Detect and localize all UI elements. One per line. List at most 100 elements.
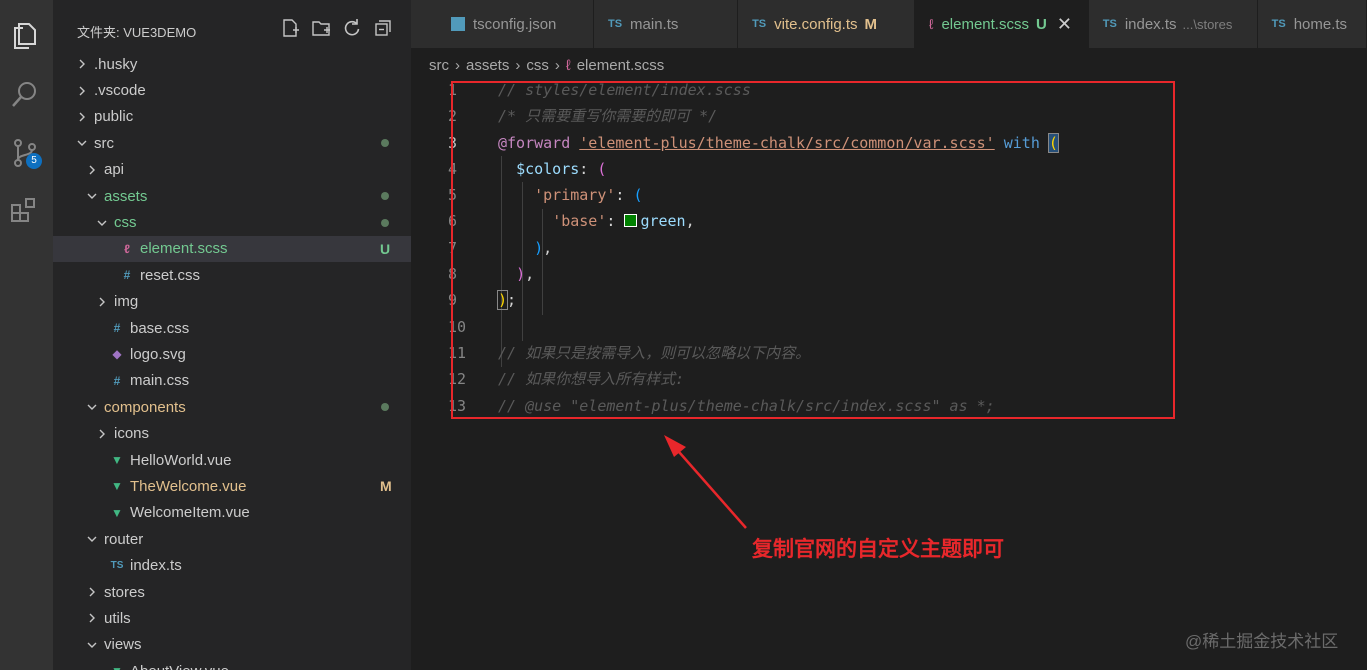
tab-label: tsconfig.json <box>473 15 557 33</box>
tree-item[interactable]: utils <box>53 605 411 631</box>
file-tree: .husky .vscode public src api assets css ℓ eleme… <box>53 51 411 670</box>
line-number: 11 <box>448 343 467 362</box>
tree-item-label: views <box>104 636 142 654</box>
breadcrumb-item[interactable]: assets <box>466 57 509 74</box>
code-token: : <box>615 186 634 205</box>
new-folder-icon[interactable] <box>311 18 331 38</box>
code-token: ) <box>534 238 544 257</box>
tree-item[interactable]: public <box>53 104 411 130</box>
close-icon[interactable]: ✕ <box>1057 14 1072 35</box>
code-text: @forward 'element-plus/theme-chalk/src/c… <box>498 130 1059 156</box>
tree-item[interactable]: components <box>53 394 411 420</box>
color-swatch[interactable] <box>624 214 638 228</box>
typescript-icon: TS <box>752 18 767 30</box>
code-line: 4 $colors: ( <box>411 156 1367 182</box>
tree-item[interactable]: # base.css <box>53 315 411 341</box>
tree-item-label: utils <box>104 609 131 627</box>
code-token: , <box>525 265 535 284</box>
code-token: ) <box>496 290 509 311</box>
tree-item-label: main.css <box>130 372 190 390</box>
tree-item-label: css <box>114 214 137 232</box>
line-number: 2 <box>448 107 458 126</box>
tree-item-label: logo.svg <box>130 345 186 363</box>
tab-label: home.ts <box>1293 15 1348 33</box>
modified-dot-icon <box>381 403 389 412</box>
tree-item-label: AboutView.vue <box>130 663 229 670</box>
code-editor[interactable]: 1 // styles/element/index.scss 2 /* 只需要重写你… <box>411 77 1367 419</box>
tree-item[interactable]: ℓ element.scss U <box>53 235 411 263</box>
tree-item[interactable]: ▼ HelloWorld.vue <box>53 447 411 473</box>
modified-dot-icon <box>381 192 389 201</box>
code-line: 8 ), <box>411 261 1367 287</box>
code-token: , <box>543 238 553 257</box>
tree-item-label: index.ts <box>130 557 182 575</box>
tree-item[interactable]: icons <box>53 420 411 446</box>
tree-item[interactable]: stores <box>53 579 411 605</box>
code-line: 10 <box>411 314 1367 340</box>
tab-description: ...\stores <box>1182 16 1233 32</box>
editor-tab[interactable]: TS home.ts <box>1257 0 1367 48</box>
tree-item[interactable]: css <box>53 209 411 235</box>
tree-item[interactable]: router <box>53 526 411 552</box>
code-text: ); <box>496 287 516 313</box>
sass-icon: ℓ <box>928 16 934 32</box>
vue-icon: ▼ <box>111 505 123 520</box>
line-number: 3 <box>448 133 458 152</box>
collapse-all-icon[interactable] <box>373 18 393 38</box>
tree-item[interactable]: src <box>53 130 411 156</box>
extensions-icon[interactable] <box>9 194 41 226</box>
chevron-right-icon <box>75 110 89 124</box>
tree-item[interactable]: # reset.css <box>53 262 411 288</box>
editor-tab[interactable]: tsconfig.json <box>411 0 594 48</box>
tree-item-label: router <box>104 530 144 548</box>
chevron-down-icon <box>85 189 99 203</box>
chevron-down-icon <box>85 638 99 652</box>
tree-item[interactable]: ▼ TheWelcome.vue M <box>53 473 411 499</box>
explorer-icon[interactable] <box>9 20 41 52</box>
tree-item[interactable]: views <box>53 632 411 658</box>
line-number: 9 <box>448 291 458 310</box>
tree-item[interactable]: # main.css <box>53 368 411 394</box>
tree-item[interactable]: TS index.ts <box>53 552 411 578</box>
editor-tab[interactable]: ℓ element.scss U ✕ <box>914 0 1089 48</box>
line-number: 8 <box>448 265 458 284</box>
tree-item[interactable]: .vscode <box>53 77 411 103</box>
chevron-right-icon: › <box>455 56 460 74</box>
chevron-down-icon <box>95 216 109 230</box>
tab-label: element.scss <box>941 15 1029 33</box>
tree-item[interactable]: ▼ AboutView.vue <box>53 658 411 670</box>
editor-tab[interactable]: TS index.ts ...\stores <box>1088 0 1258 48</box>
tree-item-label: WelcomeItem.vue <box>130 504 250 522</box>
code-text: 'base': green, <box>498 208 694 234</box>
new-file-icon[interactable] <box>280 18 300 38</box>
breadcrumb-item[interactable]: src <box>429 57 449 74</box>
sass-icon: ℓ <box>565 56 571 74</box>
scm-badge: 5 <box>26 153 42 169</box>
tree-item-label: reset.css <box>140 266 201 284</box>
tree-item-label: base.css <box>130 319 190 337</box>
tree-item-label: components <box>104 398 186 416</box>
breadcrumb-item[interactable]: css <box>526 57 549 74</box>
tree-item[interactable]: assets <box>53 183 411 209</box>
code-token: green <box>640 212 686 231</box>
search-icon[interactable] <box>9 78 41 110</box>
typescript-icon: TS <box>1271 18 1286 30</box>
tree-item[interactable]: ◆ logo.svg <box>53 341 411 367</box>
breadcrumb-item[interactable]: element.scss <box>577 57 665 74</box>
tree-item-label: img <box>114 293 139 311</box>
editor-tab[interactable]: TS vite.config.ts M <box>738 0 915 48</box>
editor-tab[interactable]: TS main.ts <box>593 0 739 48</box>
tree-item-label: icons <box>114 425 150 443</box>
tree-item[interactable]: api <box>53 157 411 183</box>
tab-label: main.ts <box>630 15 679 33</box>
tree-item[interactable]: img <box>53 289 411 315</box>
chevron-right-icon <box>85 585 99 599</box>
tree-item[interactable]: ▼ WelcomeItem.vue <box>53 500 411 526</box>
breadcrumb: src › assets › css › ℓ element.scss <box>429 54 664 76</box>
chevron-down-icon <box>85 400 99 414</box>
refresh-icon[interactable] <box>342 18 362 38</box>
code-line: 3 @forward 'element-plus/theme-chalk/src/… <box>411 130 1367 156</box>
tree-item[interactable]: .husky <box>53 51 411 77</box>
tab-label: index.ts <box>1124 15 1177 33</box>
explorer-sidebar: 文件夹: VUE3DEMO .husky .vscode public src api a… <box>53 0 411 670</box>
